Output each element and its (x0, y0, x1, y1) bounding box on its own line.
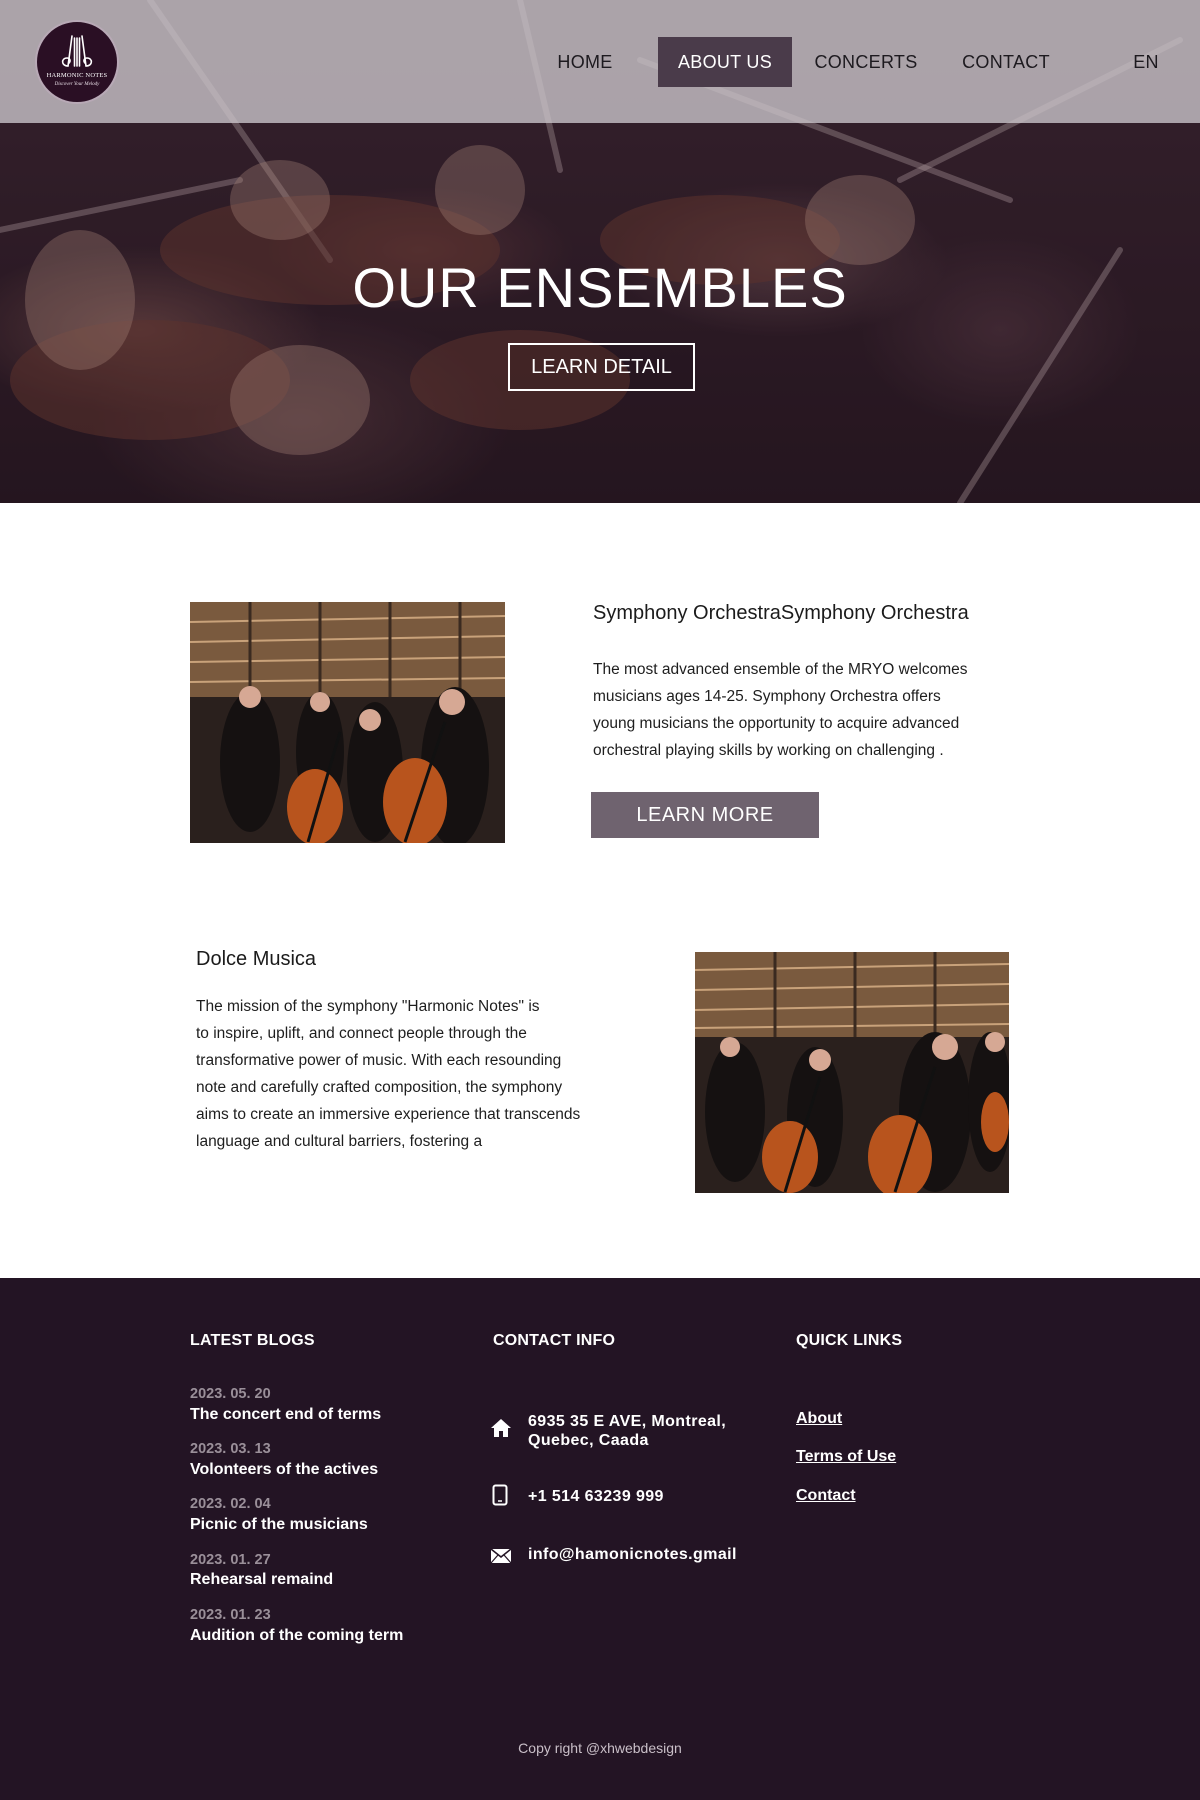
mail-icon (490, 1548, 512, 1569)
blog-date: 2023. 03. 13 (190, 1441, 271, 1457)
description-line: musicians ages 14-25. Symphony Orchestra… (593, 688, 941, 705)
ensemble-description-symphony: The most advanced ensemble of the MRYO w… (593, 656, 1013, 764)
nav-contact[interactable]: CONTACT (950, 37, 1062, 87)
dolce-musica-photo (695, 952, 1009, 1193)
blog-link[interactable]: Volonteers of the actives (190, 1461, 378, 1479)
address-line: Quebec, Caada (528, 1432, 649, 1449)
blog-link[interactable]: Picnic of the musicians (190, 1516, 368, 1534)
quick-link-contact[interactable]: Contact (796, 1487, 856, 1505)
phone-icon (492, 1484, 508, 1511)
description-line: to inspire, uplift, and connect people t… (196, 1025, 527, 1042)
quick-link-about[interactable]: About (796, 1410, 842, 1428)
learn-more-button[interactable]: LEARN MORE (591, 792, 819, 838)
latest-blogs-heading: LATEST BLOGS (190, 1332, 315, 1349)
blog-link[interactable]: Audition of the coming term (190, 1627, 403, 1645)
blog-date: 2023. 01. 23 (190, 1607, 271, 1623)
description-line: young musicians the opportunity to acqui… (593, 715, 960, 732)
top-navbar: HARMONIC NOTES Discover Your Melody HOME… (0, 0, 1200, 123)
copyright-text: Copy right @xhwebdesign (518, 1740, 682, 1756)
quick-link-terms-of-use[interactable]: Terms of Use (796, 1448, 896, 1466)
violin-scroll-icon (61, 35, 93, 67)
contact-info-heading: CONTACT INFO (493, 1332, 616, 1349)
phone-number[interactable]: +1 514 63239 999 (528, 1487, 664, 1506)
hero-title: OUR ENSEMBLES (352, 256, 848, 319)
description-line: note and carefully crafted composition, … (196, 1079, 563, 1096)
ensemble-title-symphony: Symphony OrchestraSymphony Orchestra (593, 602, 969, 624)
address-line: 6935 35 E AVE, Montreal, (528, 1413, 727, 1430)
language-selector[interactable]: EN (1120, 37, 1172, 87)
logo-title: HARMONIC NOTES (46, 72, 108, 79)
blog-link[interactable]: The concert end of terms (190, 1406, 381, 1424)
ensemble-description-dolce-musica: The mission of the symphony "Harmonic No… (196, 993, 636, 1155)
description-line: The most advanced ensemble of the MRYO w… (593, 661, 968, 678)
site-footer: LATEST BLOGS CONTACT INFO QUICK LINKS 20… (0, 1278, 1200, 1800)
ensemble-title-dolce-musica: Dolce Musica (196, 948, 317, 970)
harmonic-notes-logo[interactable]: HARMONIC NOTES Discover Your Melody (35, 20, 119, 104)
nav-concerts[interactable]: CONCERTS (806, 37, 926, 87)
description-line: language and cultural barriers, fosterin… (196, 1133, 483, 1150)
description-line: The mission of the symphony "Harmonic No… (196, 998, 540, 1015)
learn-detail-button[interactable]: LEARN DETAIL (508, 343, 695, 391)
description-line: aims to create an immersive experience t… (196, 1106, 581, 1123)
description-line: transformative power of music. With each… (196, 1052, 562, 1069)
blog-date: 2023. 05. 20 (190, 1386, 271, 1402)
nav-about-us[interactable]: ABOUT US (658, 37, 792, 87)
logo-tagline: Discover Your Melody (54, 82, 100, 87)
symphony-orchestra-photo (190, 602, 505, 843)
description-line: orchestral playing skills by working on … (593, 742, 944, 759)
blog-link[interactable]: Rehearsal remaind (190, 1571, 333, 1589)
quick-links-heading: QUICK LINKS (796, 1332, 903, 1349)
nav-home[interactable]: HOME (538, 37, 632, 87)
email-address[interactable]: info@hamonicnotes.gmail (528, 1545, 737, 1564)
blog-date: 2023. 02. 04 (190, 1496, 271, 1512)
address-text: 6935 35 E AVE, Montreal, Quebec, Caada (528, 1412, 726, 1450)
home-icon (490, 1418, 512, 1443)
blog-date: 2023. 01. 27 (190, 1552, 271, 1568)
